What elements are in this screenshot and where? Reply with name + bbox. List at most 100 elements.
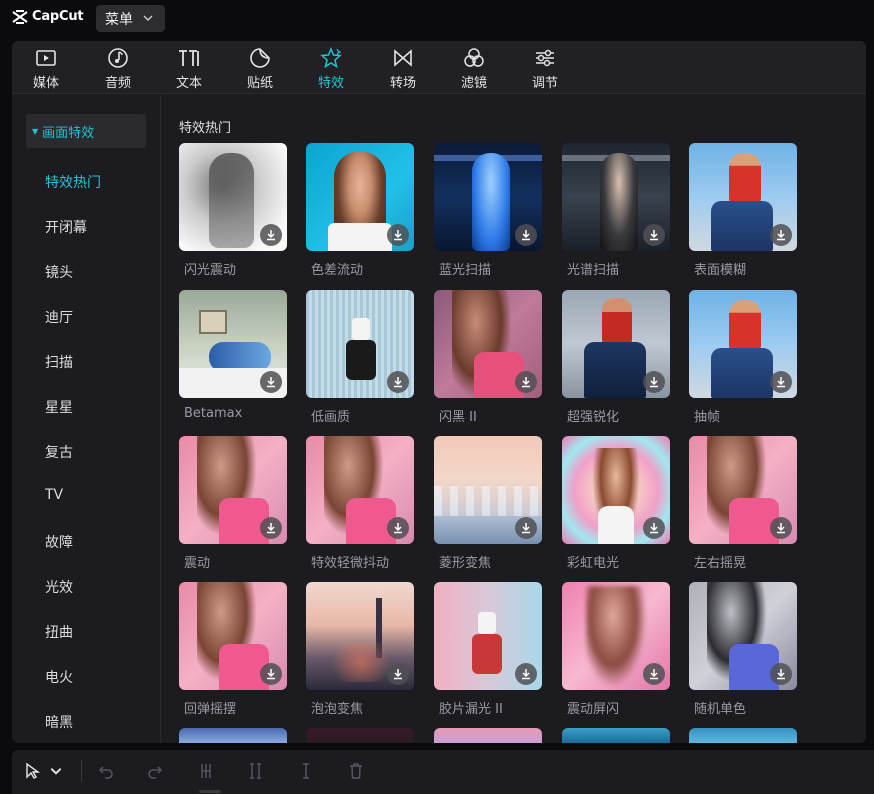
tab-audio[interactable]: 音频 [88,41,148,94]
download-icon[interactable] [643,371,665,393]
download-icon[interactable] [260,371,282,393]
tab-label: 音频 [104,76,131,91]
split-icon[interactable] [195,760,217,782]
effect-card[interactable]: 回弹摇摆 [179,582,287,717]
redo-icon[interactable] [144,760,166,782]
effect-label: 彩虹电光 [567,556,620,571]
effect-card[interactable]: 低画质 [306,290,414,425]
download-icon[interactable] [643,224,665,246]
delete-icon[interactable] [345,760,367,782]
effect-card[interactable]: 随机单色 [689,582,797,717]
effect-label: 震动 [184,556,211,571]
effect-thumbnail [689,143,797,251]
category-label: 画面特效 [42,125,95,141]
sidebar-item-distort[interactable]: 扭曲 [45,622,73,642]
effect-thumbnail [434,582,542,690]
sidebar-item-stars[interactable]: 星星 [45,397,73,417]
effect-card[interactable]: 特效轻微抖动 [306,436,414,571]
effect-label: 光谱扫描 [567,263,620,278]
chevron-down-icon [143,15,153,22]
sidebar-item-open-close[interactable]: 开闭幕 [45,217,87,237]
effect-thumbnail [689,582,797,690]
sidebar-item-retro[interactable]: 复古 [45,442,73,462]
effect-card[interactable]: 菱形变焦 [434,436,542,571]
menu-button[interactable]: 菜单 [96,5,165,32]
tab-effects[interactable]: 特效 [301,41,361,94]
tab-adjust[interactable]: 调节 [515,41,575,94]
sidebar-item-electric[interactable]: 电火 [45,667,73,687]
effect-card[interactable]: 闪光震动 [179,143,287,278]
effect-card[interactable]: 抽帧 [689,290,797,425]
download-icon[interactable] [643,517,665,539]
download-icon[interactable] [387,371,409,393]
select-cursor-icon[interactable] [22,760,44,782]
tab-text[interactable]: 文本 [159,41,219,94]
effect-thumbnail [434,143,542,251]
tab-filter[interactable]: 滤镜 [444,41,504,94]
sidebar-item-hot[interactable]: 特效热门 [45,172,101,192]
download-icon[interactable] [643,663,665,685]
sidebar-item-disco[interactable]: 迪厅 [45,307,73,327]
effect-card[interactable]: 震动屏闪 [562,582,670,717]
sidebar-item-glitch[interactable]: 故障 [45,532,73,552]
effect-card[interactable]: 色差流动 [306,143,414,278]
tab-label: 媒体 [32,76,59,91]
effect-card[interactable]: 超强锐化 [562,290,670,425]
download-icon[interactable] [387,663,409,685]
effects-grid: 特效热门 闪光震动 色差流动 蓝光扫描 光谱扫描 表面模糊 Betamax 低画… [162,95,866,743]
split-right-icon[interactable] [295,760,317,782]
download-icon[interactable] [260,517,282,539]
download-icon[interactable] [770,663,792,685]
effect-label: 色差流动 [311,263,364,278]
tab-label: 调节 [531,76,558,91]
effect-card[interactable]: Betamax [179,290,287,421]
tab-label: 文本 [175,76,202,91]
tab-transition[interactable]: 转场 [373,41,433,94]
undo-icon[interactable] [95,760,117,782]
menu-label: 菜单 [105,11,133,28]
download-icon[interactable] [515,517,537,539]
sidebar-item-lens[interactable]: 镜头 [45,262,73,282]
download-icon[interactable] [260,663,282,685]
effect-thumbnail[interactable] [689,728,797,743]
category-header[interactable]: ▼ 画面特效 [26,114,146,148]
effect-card[interactable]: 泡泡变焦 [306,582,414,717]
effect-label: 胶片漏光 II [439,702,503,717]
download-icon[interactable] [515,663,537,685]
effect-thumbnail[interactable] [434,728,542,743]
effect-card[interactable]: 闪黑 II [434,290,542,425]
effect-card[interactable]: 胶片漏光 II [434,582,542,717]
tab-media[interactable]: 媒体 [16,41,76,94]
scroll-indicator[interactable] [199,790,221,793]
effect-card[interactable]: 光谱扫描 [562,143,670,278]
download-icon[interactable] [770,371,792,393]
effect-thumbnail[interactable] [179,728,287,743]
text-icon [179,50,199,66]
effect-thumbnail [434,436,542,544]
sidebar-item-tv[interactable]: TV [45,487,63,503]
effect-thumbnail[interactable] [562,728,670,743]
effect-card[interactable]: 彩虹电光 [562,436,670,571]
transition-icon [394,49,412,67]
download-icon[interactable] [387,517,409,539]
effect-card[interactable]: 左右摇晃 [689,436,797,571]
download-icon[interactable] [770,517,792,539]
download-icon[interactable] [387,224,409,246]
sidebar-item-light[interactable]: 光效 [45,577,73,597]
download-icon[interactable] [515,224,537,246]
effect-thumbnail [179,582,287,690]
download-icon[interactable] [260,224,282,246]
effect-card[interactable]: 表面模糊 [689,143,797,278]
effect-thumbnail [306,143,414,251]
effect-label: 特效轻微抖动 [311,556,390,571]
effect-card[interactable]: 蓝光扫描 [434,143,542,278]
tab-sticker[interactable]: 贴纸 [230,41,290,94]
dropdown-icon[interactable] [49,760,63,782]
sidebar-item-scan[interactable]: 扫描 [45,352,73,372]
sidebar-item-dark[interactable]: 暗黑 [45,712,73,732]
download-icon[interactable] [515,371,537,393]
effect-thumbnail[interactable] [306,728,414,743]
split-left-icon[interactable] [245,760,267,782]
effect-card[interactable]: 震动 [179,436,287,571]
download-icon[interactable] [770,224,792,246]
